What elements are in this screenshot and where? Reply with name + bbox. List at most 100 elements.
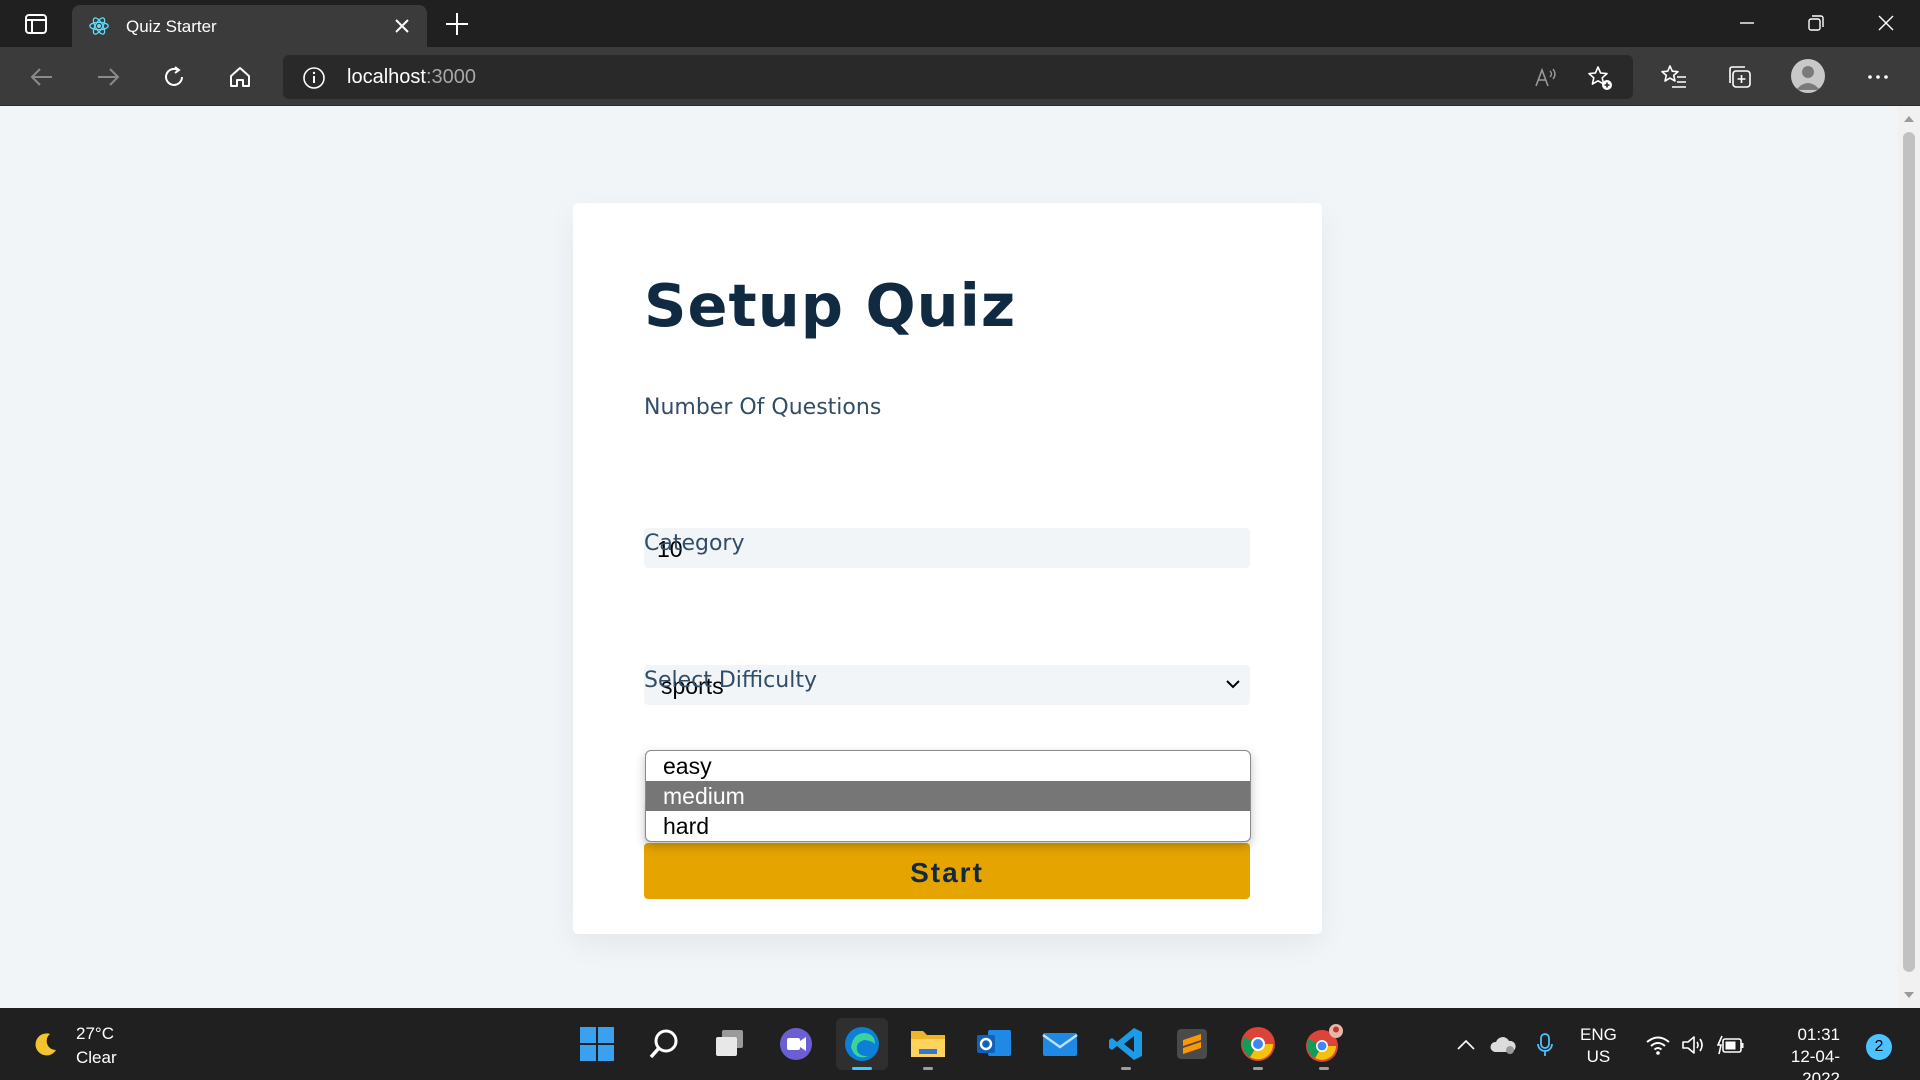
weather-temperature: 27°C bbox=[76, 1024, 114, 1043]
vscode-button[interactable] bbox=[1100, 1018, 1152, 1070]
difficulty-option-hard[interactable]: hard bbox=[646, 811, 1250, 841]
new-tab-icon[interactable] bbox=[443, 10, 471, 38]
chat-button[interactable] bbox=[770, 1018, 822, 1070]
read-aloud-button[interactable] bbox=[1532, 64, 1560, 92]
language-code: ENG bbox=[1580, 1025, 1617, 1044]
battery-charging-icon bbox=[1717, 1035, 1744, 1055]
language-indicator[interactable]: ENG US bbox=[1580, 1024, 1617, 1068]
outlook-icon bbox=[977, 1030, 1011, 1056]
moon-weather-icon[interactable] bbox=[30, 1030, 60, 1060]
page-title: Setup Quiz bbox=[644, 271, 1017, 340]
running-indicator bbox=[1319, 1067, 1329, 1070]
mail-button[interactable] bbox=[1034, 1018, 1086, 1070]
collections-button[interactable] bbox=[1723, 60, 1757, 94]
search-button[interactable] bbox=[638, 1018, 690, 1070]
url-text: localhost:3000 bbox=[347, 66, 476, 89]
difficulty-option-easy[interactable]: easy bbox=[646, 751, 1250, 781]
running-indicator bbox=[1121, 1067, 1131, 1070]
arrow-left-icon bbox=[30, 68, 52, 86]
windows-logo-icon bbox=[580, 1027, 614, 1061]
wifi-icon bbox=[1646, 1036, 1670, 1055]
profile-avatar[interactable] bbox=[1791, 59, 1825, 93]
folder-icon bbox=[911, 1031, 945, 1057]
tab-actions-button[interactable] bbox=[18, 11, 53, 37]
url-port: :3000 bbox=[425, 66, 476, 88]
scroll-up-arrow[interactable] bbox=[1904, 116, 1914, 122]
minimize-icon bbox=[1740, 22, 1754, 24]
running-indicator bbox=[1253, 1067, 1263, 1070]
page-viewport: Setup Quiz Number Of Questions 10 Catego… bbox=[0, 106, 1898, 1008]
restore-button[interactable] bbox=[1788, 8, 1844, 38]
vscode-icon bbox=[1109, 1028, 1142, 1060]
browser-tab[interactable]: Quiz Starter bbox=[72, 5, 427, 47]
close-icon bbox=[1878, 15, 1894, 31]
difficulty-dropdown-list: easy medium hard bbox=[645, 750, 1251, 842]
battery-tray-button[interactable] bbox=[1716, 1030, 1746, 1060]
forward-button[interactable] bbox=[91, 60, 125, 94]
onedrive-tray-button[interactable] bbox=[1488, 1030, 1518, 1060]
person-icon bbox=[1796, 66, 1820, 90]
outlook-button[interactable] bbox=[968, 1018, 1020, 1070]
windows-taskbar: 27°C Clear ENG US 01:31 12-04-2022 2 bbox=[0, 1008, 1920, 1080]
more-horizontal-icon bbox=[1868, 75, 1888, 79]
back-button[interactable] bbox=[25, 60, 59, 94]
microphone-tray-button[interactable] bbox=[1530, 1030, 1560, 1060]
active-indicator bbox=[852, 1067, 872, 1070]
close-tab-icon[interactable] bbox=[391, 15, 413, 37]
task-view-icon bbox=[716, 1030, 743, 1056]
read-aloud-icon bbox=[1535, 67, 1556, 87]
difficulty-option-medium[interactable]: medium bbox=[646, 781, 1250, 811]
address-bar[interactable]: localhost:3000 bbox=[283, 55, 1633, 99]
close-window-button[interactable] bbox=[1858, 8, 1914, 38]
restore-icon bbox=[1808, 15, 1824, 31]
chevron-up-icon bbox=[1457, 1039, 1475, 1050]
notification-badge[interactable]: 2 bbox=[1866, 1034, 1892, 1060]
chrome-profile-button[interactable] bbox=[1298, 1018, 1350, 1070]
page-scrollbar[interactable] bbox=[1898, 106, 1920, 1008]
browser-tab-strip: Quiz Starter bbox=[0, 0, 1920, 47]
sublime-text-icon bbox=[1177, 1029, 1207, 1059]
tab-actions-icon bbox=[24, 14, 47, 34]
search-icon bbox=[649, 1029, 678, 1059]
chevron-down-icon bbox=[1226, 680, 1240, 689]
site-info-icon[interactable] bbox=[302, 66, 326, 90]
volume-icon bbox=[1682, 1036, 1703, 1054]
chrome-button[interactable] bbox=[1232, 1018, 1284, 1070]
sublime-text-button[interactable] bbox=[1166, 1018, 1218, 1070]
home-button[interactable] bbox=[223, 60, 257, 94]
add-favorite-button[interactable] bbox=[1586, 64, 1614, 92]
refresh-button[interactable] bbox=[157, 60, 191, 94]
start-button[interactable]: Start bbox=[644, 843, 1250, 899]
show-hidden-icons-button[interactable] bbox=[1451, 1030, 1481, 1060]
chrome-profile-icon bbox=[1306, 1024, 1343, 1062]
volume-tray-button[interactable] bbox=[1679, 1030, 1709, 1060]
star-add-icon bbox=[1588, 66, 1612, 90]
settings-more-button[interactable] bbox=[1861, 60, 1895, 94]
favorites-button[interactable] bbox=[1657, 60, 1691, 94]
clock-time: 01:31 bbox=[1797, 1025, 1840, 1044]
file-explorer-button[interactable] bbox=[902, 1018, 954, 1070]
minimize-button[interactable] bbox=[1719, 8, 1775, 38]
teams-chat-icon bbox=[780, 1028, 812, 1060]
tab-title: Quiz Starter bbox=[126, 17, 217, 36]
questions-label: Number Of Questions bbox=[644, 395, 882, 420]
favorites-icon bbox=[1661, 65, 1686, 88]
weather-condition: Clear bbox=[76, 1048, 117, 1067]
clock-date: 12-04-2022 bbox=[1790, 1047, 1840, 1080]
browser-toolbar: localhost:3000 bbox=[0, 47, 1920, 106]
wifi-tray-button[interactable] bbox=[1643, 1030, 1673, 1060]
difficulty-label: Select Difficulty bbox=[644, 668, 817, 693]
task-view-button[interactable] bbox=[704, 1018, 756, 1070]
edge-taskbar-button[interactable] bbox=[836, 1018, 888, 1070]
home-icon bbox=[230, 67, 250, 87]
refresh-icon bbox=[165, 66, 183, 86]
start-menu-button[interactable] bbox=[571, 1018, 623, 1070]
category-label: Category bbox=[644, 531, 745, 556]
language-region: US bbox=[1586, 1047, 1611, 1066]
collections-icon bbox=[1729, 66, 1751, 88]
scroll-down-arrow[interactable] bbox=[1904, 992, 1914, 998]
scroll-thumb[interactable] bbox=[1903, 132, 1915, 972]
system-clock[interactable]: 01:31 12-04-2022 bbox=[1760, 1024, 1840, 1080]
mail-icon bbox=[1042, 1033, 1078, 1056]
url-host: localhost bbox=[347, 66, 426, 88]
